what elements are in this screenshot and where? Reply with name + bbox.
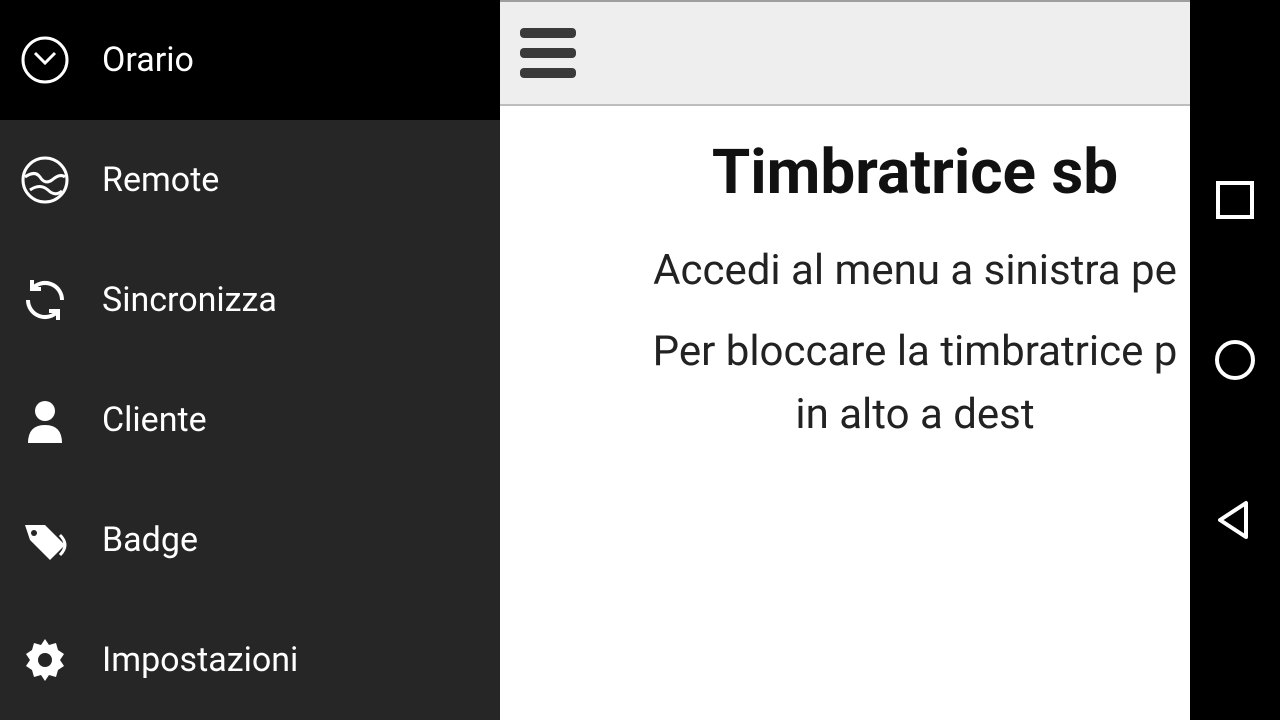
instruction-line-1: Accedi al menu a sinistra pe [500, 239, 1190, 302]
page-title: Timbratrice sb [500, 136, 1190, 209]
hamburger-menu-button[interactable] [520, 23, 580, 83]
sidebar-item-label: Remote [102, 160, 219, 200]
sidebar-item-cliente[interactable]: Cliente [0, 360, 500, 480]
sync-icon [20, 275, 70, 325]
main-content: Timbratrice sb Accedi al menu a sinistra… [500, 0, 1190, 720]
back-button[interactable] [1207, 492, 1263, 548]
system-nav-bar [1190, 0, 1280, 720]
tag-icon [20, 515, 70, 565]
globe-icon [20, 155, 70, 205]
sidebar-item-label: Impostazioni [102, 640, 298, 680]
home-button[interactable] [1207, 332, 1263, 388]
sidebar-item-orario[interactable]: Orario [0, 0, 500, 120]
sidebar-item-sincronizza[interactable]: Sincronizza [0, 240, 500, 360]
sidebar-item-label: Orario [102, 40, 194, 80]
sidebar-item-label: Cliente [102, 400, 207, 440]
content-body: Timbratrice sb Accedi al menu a sinistra… [500, 106, 1190, 446]
topbar [500, 2, 1190, 106]
sidebar-drawer: Orario Remote Sincronizza [0, 0, 500, 720]
person-icon [20, 395, 70, 445]
recent-apps-button[interactable] [1207, 172, 1263, 228]
sidebar-item-label: Badge [102, 520, 198, 560]
instruction-line-2: Per bloccare la timbratrice p in alto a … [500, 320, 1190, 446]
sidebar-item-impostazioni[interactable]: Impostazioni [0, 600, 500, 720]
gear-icon [20, 635, 70, 685]
clock-icon [20, 35, 70, 85]
sidebar-item-badge[interactable]: Badge [0, 480, 500, 600]
sidebar-item-label: Sincronizza [102, 280, 277, 320]
sidebar-item-remote[interactable]: Remote [0, 120, 500, 240]
